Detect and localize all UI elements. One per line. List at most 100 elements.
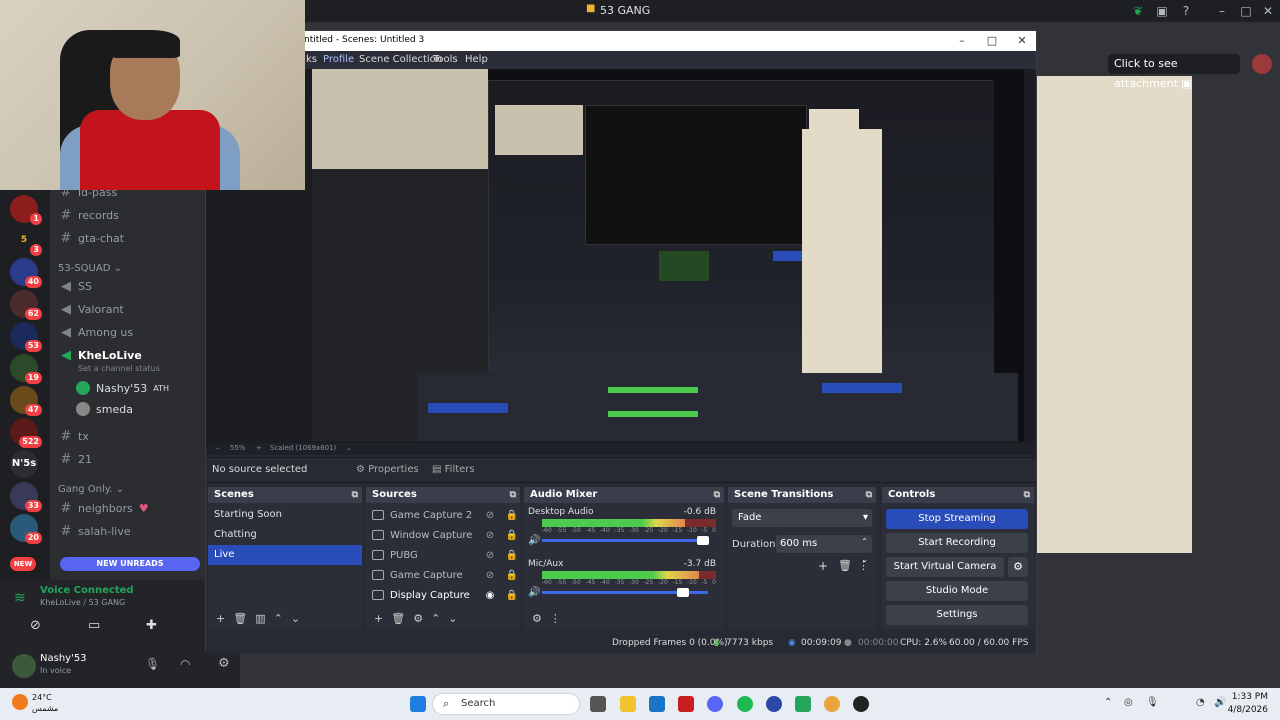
video-off-icon[interactable]: ⊘ <box>30 618 41 633</box>
transition-select[interactable]: Fade ▾ <box>732 509 872 527</box>
maximize-icon[interactable]: □ <box>984 33 1000 49</box>
channel-status[interactable]: Set a channel status <box>78 364 160 373</box>
screen-share-icon[interactable]: ▭ <box>88 618 100 633</box>
trash-icon[interactable]: 🗑 <box>391 612 405 625</box>
windows-start-icon[interactable] <box>410 696 426 712</box>
add-icon[interactable]: + <box>374 612 383 625</box>
wifi-icon[interactable]: ◔ <box>1196 697 1205 708</box>
weather-icon[interactable] <box>12 694 28 710</box>
undock-icon[interactable]: ⧉ <box>866 487 872 503</box>
source-game-capture[interactable]: Game Capture ⊘ 🔒 <box>366 565 520 585</box>
voice-user-nashy[interactable]: Nashy'53 ATH <box>76 378 216 398</box>
chevron-up-icon[interactable]: ⌃ <box>1104 697 1112 708</box>
store-icon[interactable] <box>649 696 665 712</box>
channel-ss[interactable]: ◀ SS <box>60 276 200 296</box>
start-recording-button[interactable]: Start Recording <box>886 533 1028 553</box>
close-icon[interactable]: ✕ <box>1260 3 1276 19</box>
mic-icon[interactable]: 🎙 <box>145 657 160 671</box>
menu-profile[interactable]: Profile <box>323 54 354 65</box>
spotify-icon[interactable] <box>737 696 753 712</box>
obs-preview[interactable] <box>206 69 1036 449</box>
zoom-out-icon[interactable]: – <box>216 444 220 452</box>
studio-mode-button[interactable]: Studio Mode <box>886 581 1028 601</box>
channel-records[interactable]: # records <box>60 205 200 225</box>
headphones-icon[interactable]: ◠ <box>180 657 190 671</box>
channel-tx[interactable]: # tx <box>60 426 200 446</box>
undock-icon[interactable]: ⧉ <box>1024 487 1030 503</box>
server-icon-n5s[interactable]: N'5s <box>10 450 38 478</box>
category-53-squad[interactable]: 53-SQUAD ⌄ <box>58 263 122 274</box>
filter-icon[interactable]: ▥ <box>255 612 265 625</box>
gear-icon[interactable]: ⚙ <box>532 612 542 625</box>
server-icon-8[interactable]: 522 <box>10 418 42 448</box>
close-icon[interactable]: ✕ <box>1014 33 1030 49</box>
eye-hidden-icon[interactable]: ⊘ <box>482 570 498 581</box>
server-icon-3[interactable]: 40 <box>10 258 42 288</box>
scene-live[interactable]: Live <box>208 545 362 565</box>
speaker-icon[interactable]: 🔊 <box>528 535 540 546</box>
preview-canvas[interactable] <box>312 69 1024 441</box>
start-virtual-camera-button[interactable]: Start Virtual Camera <box>886 557 1004 577</box>
chrome-icon[interactable] <box>824 696 840 712</box>
attachment-button[interactable]: Click to see attachment ▣ <box>1108 54 1240 90</box>
source-window-capture[interactable]: Window Capture ⊘ 🔒 <box>366 525 520 545</box>
search-input[interactable]: ⌕ Search <box>432 693 580 715</box>
volume-slider[interactable] <box>542 536 710 545</box>
menu-help[interactable]: Help <box>465 54 488 65</box>
up-icon[interactable]: ⌃ <box>274 612 283 625</box>
category-gang-only[interactable]: Gang Only. ⌄ <box>58 484 124 495</box>
settings-button[interactable]: Settings <box>886 605 1028 625</box>
zoom-in-icon[interactable]: + <box>256 444 262 452</box>
undock-icon[interactable]: ⧉ <box>352 487 358 503</box>
clock[interactable]: 1:33 PM 4/8/2026 <box>1228 691 1268 717</box>
more-icon[interactable]: ⋮ <box>550 612 561 625</box>
volume-slider[interactable] <box>542 588 708 597</box>
help-icon[interactable]: ? <box>1178 3 1194 19</box>
weather-widget[interactable]: 24°C مشمس <box>32 692 58 714</box>
eye-hidden-icon[interactable]: ⊘ <box>482 530 498 541</box>
avatar[interactable] <box>12 654 36 678</box>
inbox-icon[interactable]: ▣ <box>1154 3 1170 19</box>
add-icon[interactable]: + <box>216 612 225 625</box>
app-icon[interactable] <box>795 696 811 712</box>
scale-label[interactable]: Scaled (1069x601) <box>270 444 336 452</box>
server-icon-1[interactable]: 1 <box>10 195 42 225</box>
network-icon[interactable]: ◎ <box>1124 697 1133 708</box>
lock-icon[interactable]: 🔒 <box>504 530 520 541</box>
lock-icon[interactable]: 🔒 <box>504 570 520 581</box>
scene-starting-soon[interactable]: Starting Soon <box>208 505 362 525</box>
scene-chatting[interactable]: Chatting <box>208 525 362 545</box>
channel-salah-live[interactable]: # salah-live <box>60 521 200 541</box>
properties-button[interactable]: ⚙ Properties <box>356 464 419 475</box>
app-icon[interactable] <box>766 696 782 712</box>
server-icon-10[interactable]: 33 <box>10 482 42 512</box>
menu-scene-collection[interactable]: Scene Collection <box>359 54 442 65</box>
undock-icon[interactable]: ⧉ <box>714 487 720 503</box>
up-icon[interactable]: ⌃ <box>431 612 440 625</box>
leaf-icon[interactable]: ❦ <box>1130 3 1146 19</box>
file-explorer-icon[interactable] <box>620 696 636 712</box>
voice-channel-kheLolive[interactable]: ◀ KheLoLive <box>60 345 200 365</box>
source-display-capture[interactable]: Display Capture ◉ 🔒 <box>366 585 520 605</box>
server-icon-53[interactable]: 53 <box>10 226 42 256</box>
channel-among-us[interactable]: ◀ Among us <box>60 322 200 342</box>
source-pubg[interactable]: PUBG ⊘ 🔒 <box>366 545 520 565</box>
filters-button[interactable]: ▤ Filters <box>432 464 475 475</box>
down-icon[interactable]: ⌄ <box>448 612 457 625</box>
menu-docks[interactable]: ks <box>306 54 317 65</box>
slider-knob[interactable] <box>677 588 690 597</box>
undock-icon[interactable]: ⧉ <box>510 487 516 503</box>
channel-gta-chat[interactable]: # gta-chat <box>60 228 200 248</box>
activities-icon[interactable]: ✚ <box>146 618 157 633</box>
server-icon-11[interactable]: 20 <box>10 514 42 544</box>
app-icon[interactable] <box>678 696 694 712</box>
lock-icon[interactable]: 🔒 <box>504 590 520 601</box>
settings-icon[interactable]: ⚙ <box>218 656 230 671</box>
eye-hidden-icon[interactable]: ⊘ <box>482 550 498 561</box>
new-badge[interactable]: NEW <box>10 557 36 571</box>
voice-user-smeda[interactable]: smeda <box>76 399 216 419</box>
trash-icon[interactable]: 🗑 <box>838 559 852 572</box>
new-unreads-banner[interactable]: NEW UNREADS <box>60 557 200 571</box>
lock-icon[interactable]: 🔒 <box>504 510 520 521</box>
maximize-icon[interactable]: □ <box>1238 3 1254 19</box>
